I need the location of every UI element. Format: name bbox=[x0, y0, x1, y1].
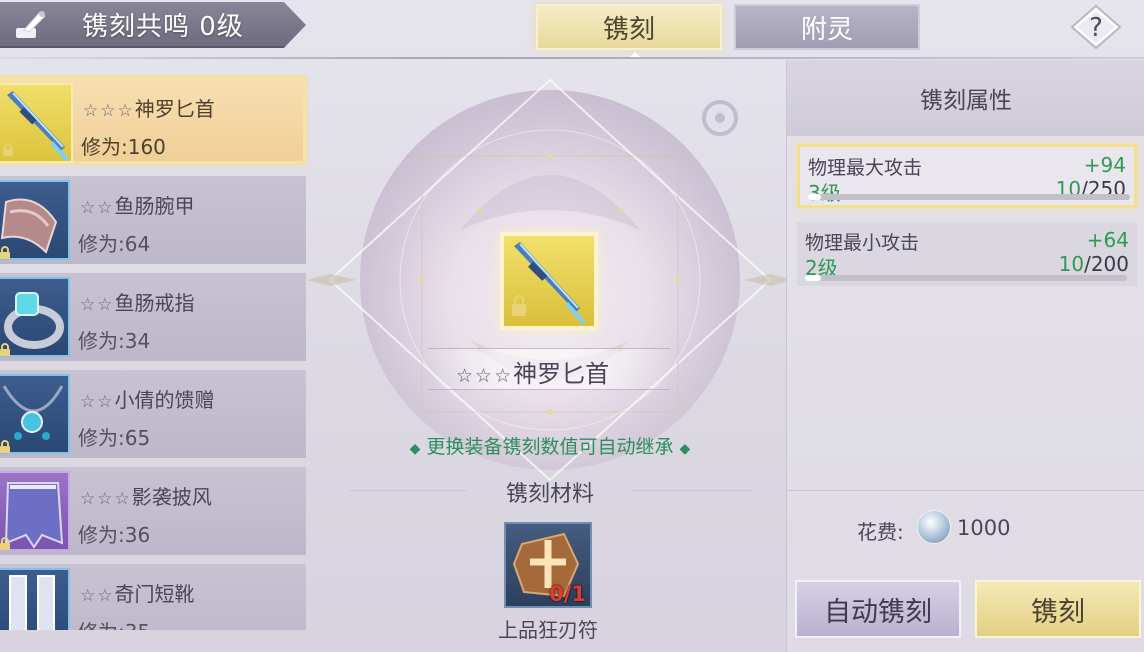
attribute-name: 物理最大攻击 bbox=[808, 157, 923, 179]
diamond-icon: ◆ bbox=[409, 441, 421, 457]
item-power: 修为:65 bbox=[78, 426, 151, 450]
attribute-row-max-attack[interactable]: 物理最大攻击 +94 3级 10/250 bbox=[797, 144, 1137, 208]
cost-value: 1000 bbox=[957, 516, 1011, 540]
item-name: ☆☆鱼肠戒指 bbox=[80, 291, 195, 315]
attributes-panel: 镌刻属性 物理最大攻击 +94 3级 10/250 物理最小攻击 +64 2级 … bbox=[786, 60, 1144, 652]
item-name: ☆☆鱼肠腕甲 bbox=[80, 194, 195, 218]
page-title: 镌刻共鸣 0级 bbox=[82, 12, 244, 42]
attribute-progress-text: 10/200 bbox=[1058, 252, 1129, 276]
list-item-necklace[interactable]: ☆☆小倩的馈赠 修为:65 bbox=[0, 370, 306, 458]
list-item-boots[interactable]: ☆☆奇门短靴 修为:35 bbox=[0, 564, 306, 630]
item-power: 修为:64 bbox=[78, 232, 151, 256]
top-divider bbox=[0, 57, 1144, 59]
engrave-tool-icon bbox=[16, 11, 46, 38]
help-icon: ? bbox=[1089, 13, 1103, 43]
item-power: 修为:160 bbox=[81, 135, 166, 159]
item-power: 修为:35 bbox=[78, 616, 150, 630]
attribute-value: +94 bbox=[1083, 153, 1126, 177]
panel-title: 镌刻属性 bbox=[787, 60, 1144, 136]
lock-icon bbox=[0, 537, 10, 550]
tab-engrave[interactable]: 镌刻 bbox=[536, 4, 722, 50]
attribute-progress-bar bbox=[808, 194, 1130, 200]
diamond-icon: ◆ bbox=[679, 441, 691, 457]
selected-item-name: ☆☆☆神罗匕首 bbox=[456, 360, 610, 388]
divider-ornament bbox=[632, 490, 752, 491]
item-thumb bbox=[0, 568, 70, 630]
attribute-name: 物理最小攻击 bbox=[805, 232, 920, 254]
lock-icon bbox=[0, 343, 10, 356]
lock-icon bbox=[0, 440, 10, 453]
material-name: 上品狂刃符 bbox=[498, 618, 598, 642]
dagger-icon bbox=[512, 242, 586, 324]
item-name: ☆☆☆影袭披风 bbox=[80, 485, 212, 509]
help-button[interactable]: ? bbox=[1070, 4, 1122, 50]
engrave-button[interactable]: 镌刻 bbox=[975, 580, 1141, 638]
list-item-dagger[interactable]: ☆☆☆神罗匕首 修为:160 bbox=[0, 76, 306, 164]
inherit-note: ◆ 更换装备镌刻数值可自动继承 ◆ bbox=[409, 436, 691, 458]
progress-fill bbox=[808, 194, 821, 200]
material-slot[interactable]: 0/1 bbox=[504, 522, 592, 608]
list-item-ring[interactable]: ☆☆鱼肠戒指 修为:34 bbox=[0, 273, 306, 361]
top-bar: 镌刻共鸣 0级 镌刻 附灵 ? bbox=[0, 0, 1144, 59]
list-item-bracer[interactable]: ☆☆鱼肠腕甲 修为:64 bbox=[0, 176, 306, 264]
selected-equipment-slot[interactable] bbox=[500, 232, 598, 330]
cost-label: 花费: bbox=[857, 520, 904, 544]
item-name: ☆☆小倩的馈赠 bbox=[80, 388, 215, 412]
equipment-list[interactable]: ☆☆☆神罗匕首 修为:160 ☆☆鱼肠腕甲 修为:64 ☆☆鱼肠戒指 修为:34… bbox=[0, 74, 310, 630]
attribute-level: 3级 bbox=[808, 181, 841, 205]
item-power: 修为:36 bbox=[78, 523, 151, 547]
silver-coin-icon bbox=[917, 510, 951, 544]
item-power: 修为:34 bbox=[78, 329, 151, 353]
attribute-row-min-attack[interactable]: 物理最小攻击 +64 2级 10/200 bbox=[797, 222, 1137, 286]
material-count: 0/1 bbox=[549, 582, 586, 606]
lock-icon bbox=[0, 246, 10, 259]
material-title: 镌刻材料 bbox=[505, 482, 594, 507]
lock-icon bbox=[3, 143, 13, 156]
item-name: ☆☆☆神罗匕首 bbox=[83, 97, 215, 121]
list-item-cloak[interactable]: ☆☆☆影袭披风 修为:36 bbox=[0, 467, 306, 555]
auto-engrave-button[interactable]: 自动镌刻 bbox=[795, 580, 961, 638]
cost-divider bbox=[787, 490, 1144, 491]
divider-ornament bbox=[348, 490, 468, 491]
attribute-progress-bar bbox=[805, 275, 1127, 281]
progress-fill bbox=[805, 275, 822, 281]
tab-spirit[interactable]: 附灵 bbox=[734, 4, 920, 50]
attribute-value: +64 bbox=[1086, 228, 1129, 252]
boots-icon bbox=[9, 575, 55, 630]
item-name: ☆☆奇门短靴 bbox=[80, 582, 195, 606]
